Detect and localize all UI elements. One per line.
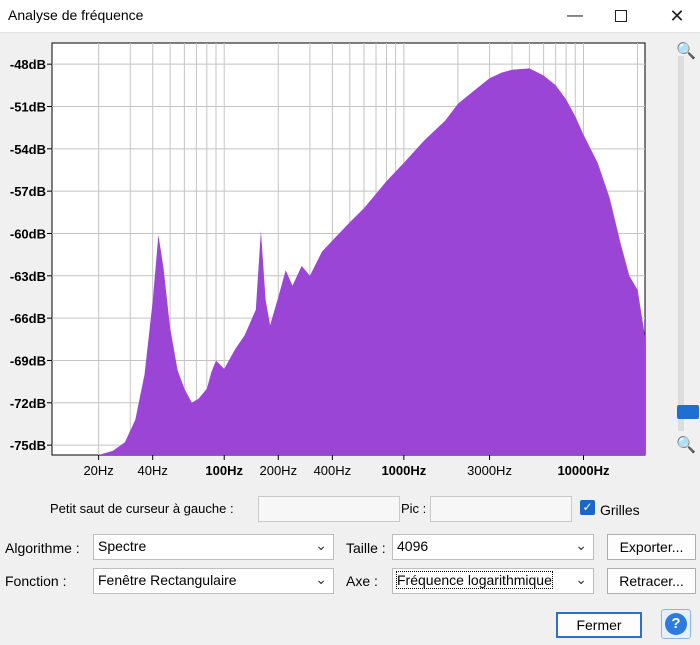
pic-label: Pic : xyxy=(401,501,427,516)
function-select[interactable]: Fenêtre Rectangulaire ⌄ xyxy=(93,568,334,594)
x-tick-label: 100Hz xyxy=(205,463,243,478)
cursor-value-field[interactable] xyxy=(258,496,400,522)
close-icon: ✕ xyxy=(669,5,685,26)
axis-select[interactable]: Fréquence logarithmique ⌄ xyxy=(392,568,594,594)
chevron-down-icon: ⌄ xyxy=(315,571,327,587)
x-tick-label: 40Hz xyxy=(138,463,168,478)
function-value: Fenêtre Rectangulaire xyxy=(98,572,237,588)
x-tick-label: 10000Hz xyxy=(557,463,610,478)
minimize-button[interactable]: — xyxy=(552,0,598,32)
algorithm-select[interactable]: Spectre ⌄ xyxy=(93,534,334,560)
x-tick-label: 200Hz xyxy=(259,463,297,478)
replot-button[interactable]: Retracer... xyxy=(607,568,696,594)
y-tick-label: -48dB xyxy=(10,57,46,72)
size-select[interactable]: 4096 ⌄ xyxy=(392,534,594,560)
algorithm-value: Spectre xyxy=(98,538,147,554)
y-tick-label: -75dB xyxy=(10,438,46,453)
grids-checkbox[interactable]: ✓ xyxy=(580,500,595,515)
title-bar: Analyse de fréquence — ✕ xyxy=(0,0,700,33)
axis-value: Fréquence logarithmique xyxy=(396,571,553,589)
zoom-out-icon[interactable]: 🔍 xyxy=(676,436,696,456)
close-window-button[interactable]: ✕ xyxy=(654,0,700,32)
x-tick-label: 400Hz xyxy=(314,463,352,478)
cursor-label: Petit saut de curseur à gauche : xyxy=(50,501,234,516)
spectrum-plot[interactable]: -48dB -51dB -54dB -57dB -60dB -63dB -66dB -69dB… xyxy=(0,33,660,485)
pic-value-field[interactable] xyxy=(430,496,572,522)
maximize-icon xyxy=(615,10,627,22)
y-tick-label: -69dB xyxy=(10,353,46,368)
help-button[interactable]: ? xyxy=(661,609,691,639)
grids-label[interactable]: Grilles xyxy=(600,502,640,518)
vertical-zoom-slider[interactable] xyxy=(678,56,684,431)
vertical-zoom-thumb[interactable] xyxy=(677,405,699,419)
y-tick-label: -66dB xyxy=(10,311,46,326)
close-button[interactable]: Fermer xyxy=(556,612,642,638)
maximize-button[interactable] xyxy=(598,0,644,32)
y-tick-label: -60dB xyxy=(10,226,46,241)
y-tick-label: -63dB xyxy=(10,269,46,284)
axis-label: Axe : xyxy=(346,573,378,589)
help-icon: ? xyxy=(665,613,687,635)
size-value: 4096 xyxy=(397,538,429,554)
algorithm-label: Algorithme : xyxy=(5,540,80,556)
chevron-down-icon: ⌄ xyxy=(315,537,327,553)
y-tick-label: -57dB xyxy=(10,184,46,199)
y-tick-label: -72dB xyxy=(10,396,46,411)
chevron-down-icon: ⌄ xyxy=(575,571,587,587)
chart-area: -48dB -51dB -54dB -57dB -60dB -63dB -66dB -69dB… xyxy=(0,33,700,485)
minimize-icon: — xyxy=(567,7,583,24)
x-tick-label: 20Hz xyxy=(83,463,113,478)
y-tick-label: -54dB xyxy=(10,142,46,157)
window-title: Analyse de fréquence xyxy=(8,7,144,23)
x-tick-label: 3000Hz xyxy=(467,463,512,478)
check-icon: ✓ xyxy=(582,500,593,514)
chevron-down-icon: ⌄ xyxy=(575,537,587,553)
y-tick-label: -51dB xyxy=(10,99,46,114)
export-button[interactable]: Exporter... xyxy=(607,534,696,560)
x-tick-label: 1000Hz xyxy=(381,463,426,478)
function-label: Fonction : xyxy=(5,573,67,589)
size-label: Taille : xyxy=(346,540,386,556)
